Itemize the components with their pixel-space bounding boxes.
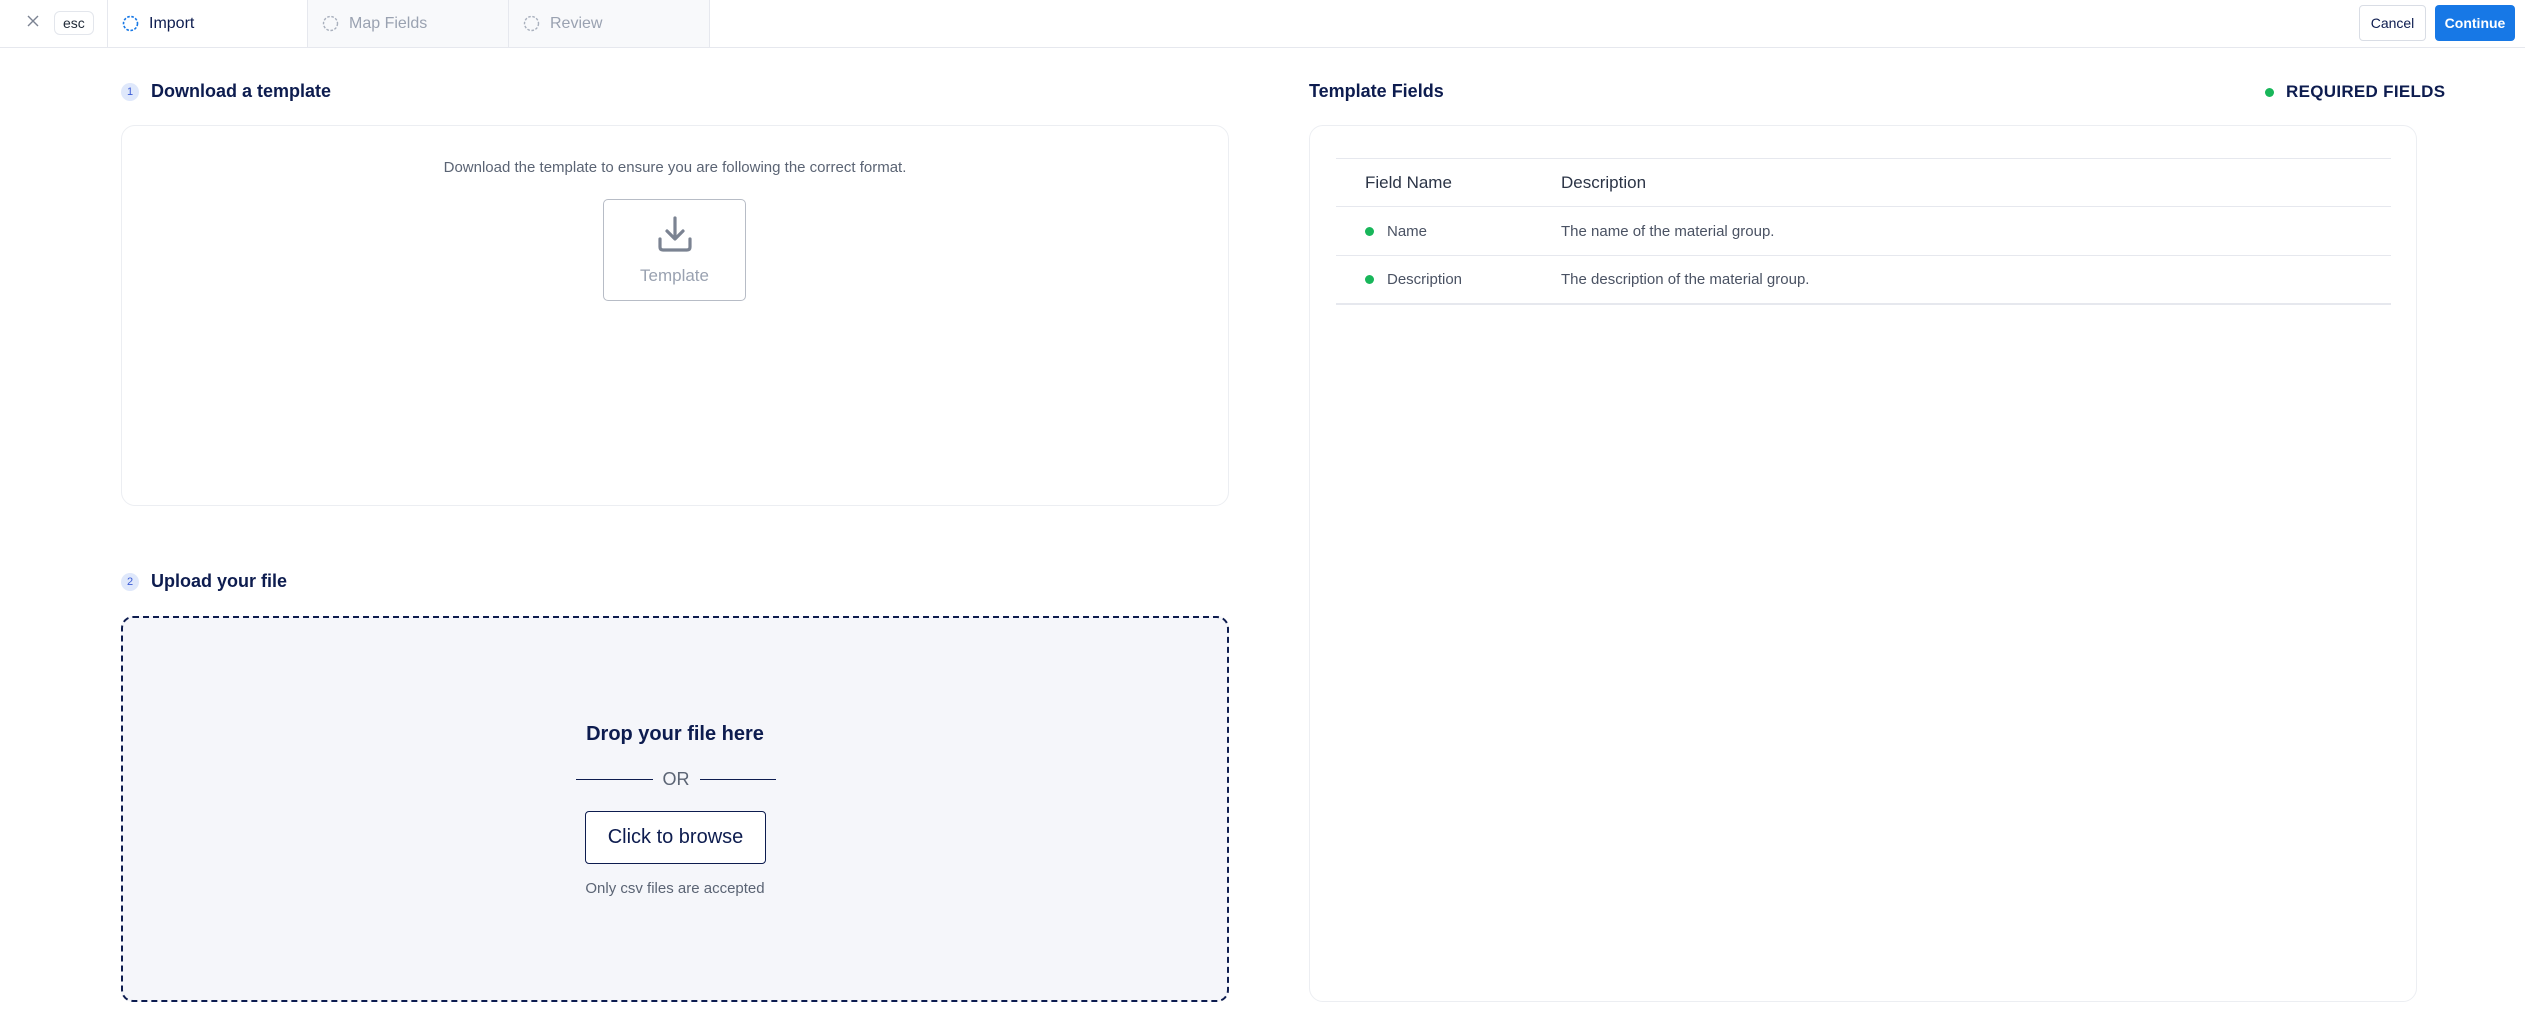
- close-icon: [27, 14, 39, 32]
- required-fields-legend: REQUIRED FIELDS: [2265, 82, 2445, 102]
- drop-zone-title: Drop your file here: [586, 723, 764, 745]
- column-header-field-name: Field Name: [1365, 172, 1452, 192]
- required-dot-icon: [1365, 275, 1374, 284]
- pending-ring-icon: [523, 15, 540, 32]
- step-tab-label: Map Fields: [349, 14, 428, 32]
- table-row: Name The name of the material group.: [1336, 207, 2391, 256]
- download-icon: [656, 215, 694, 258]
- step-number-badge: 1: [121, 82, 139, 101]
- step-tab-map-fields[interactable]: Map Fields: [308, 0, 509, 47]
- template-fields-title: Template Fields: [1309, 81, 1444, 101]
- pending-ring-icon: [322, 15, 339, 32]
- field-name-cell: Name: [1336, 223, 1561, 240]
- table-row: Description The description of the mater…: [1336, 256, 2391, 305]
- cancel-button[interactable]: Cancel: [2359, 5, 2426, 41]
- field-name: Name: [1387, 222, 1428, 240]
- or-divider: OR: [576, 769, 776, 790]
- required-dot-icon: [1365, 226, 1374, 236]
- step-tabs: Import Map Fields Review: [107, 0, 710, 47]
- step-number-badge: 2: [121, 572, 139, 591]
- template-fields-card: Field Name Description Name The name of …: [1309, 125, 2417, 1002]
- step-tab-review[interactable]: Review: [509, 0, 710, 47]
- section-title: Upload your file: [151, 571, 288, 591]
- step-tab-import[interactable]: Import: [107, 0, 308, 47]
- upload-section-heading: 2 Upload your file: [121, 571, 287, 592]
- close-button[interactable]: [22, 10, 44, 36]
- download-card: Download the template to ensure you are …: [121, 125, 1229, 506]
- template-button-label: Template: [640, 265, 709, 285]
- divider-line: [699, 779, 776, 780]
- table-header-row: Field Name Description: [1336, 159, 2391, 207]
- field-description: The description of the material group.: [1561, 271, 1810, 288]
- accepted-file-types-note: Only csv files are accepted: [585, 880, 765, 897]
- download-description: Download the template to ensure you are …: [443, 159, 907, 176]
- top-bar: esc Import Map Fields Review Cancel Cont…: [0, 0, 2525, 48]
- field-description: The name of the material group.: [1561, 222, 1775, 240]
- section-title: Download a template: [151, 81, 332, 101]
- file-drop-zone[interactable]: Drop your file here OR Click to browse O…: [121, 616, 1229, 1002]
- download-section-heading: 1 Download a template: [121, 81, 331, 102]
- divider-line: [576, 779, 653, 780]
- progress-ring-icon: [122, 15, 139, 32]
- download-template-button[interactable]: Template: [603, 199, 746, 301]
- browse-files-button[interactable]: Click to browse: [585, 811, 766, 864]
- step-tab-label: Review: [550, 14, 603, 32]
- column-header-description: Description: [1561, 172, 1647, 192]
- required-dot-icon: [2265, 87, 2274, 97]
- or-label: OR: [662, 769, 690, 789]
- esc-shortcut-badge: esc: [54, 11, 94, 35]
- field-name: Description: [1387, 271, 1463, 288]
- legend-label: REQUIRED FIELDS: [2286, 82, 2446, 101]
- step-tab-label: Import: [149, 14, 195, 32]
- template-fields-table: Field Name Description Name The name of …: [1336, 158, 2391, 305]
- continue-button[interactable]: Continue: [2435, 5, 2515, 41]
- field-name-cell: Description: [1336, 271, 1561, 288]
